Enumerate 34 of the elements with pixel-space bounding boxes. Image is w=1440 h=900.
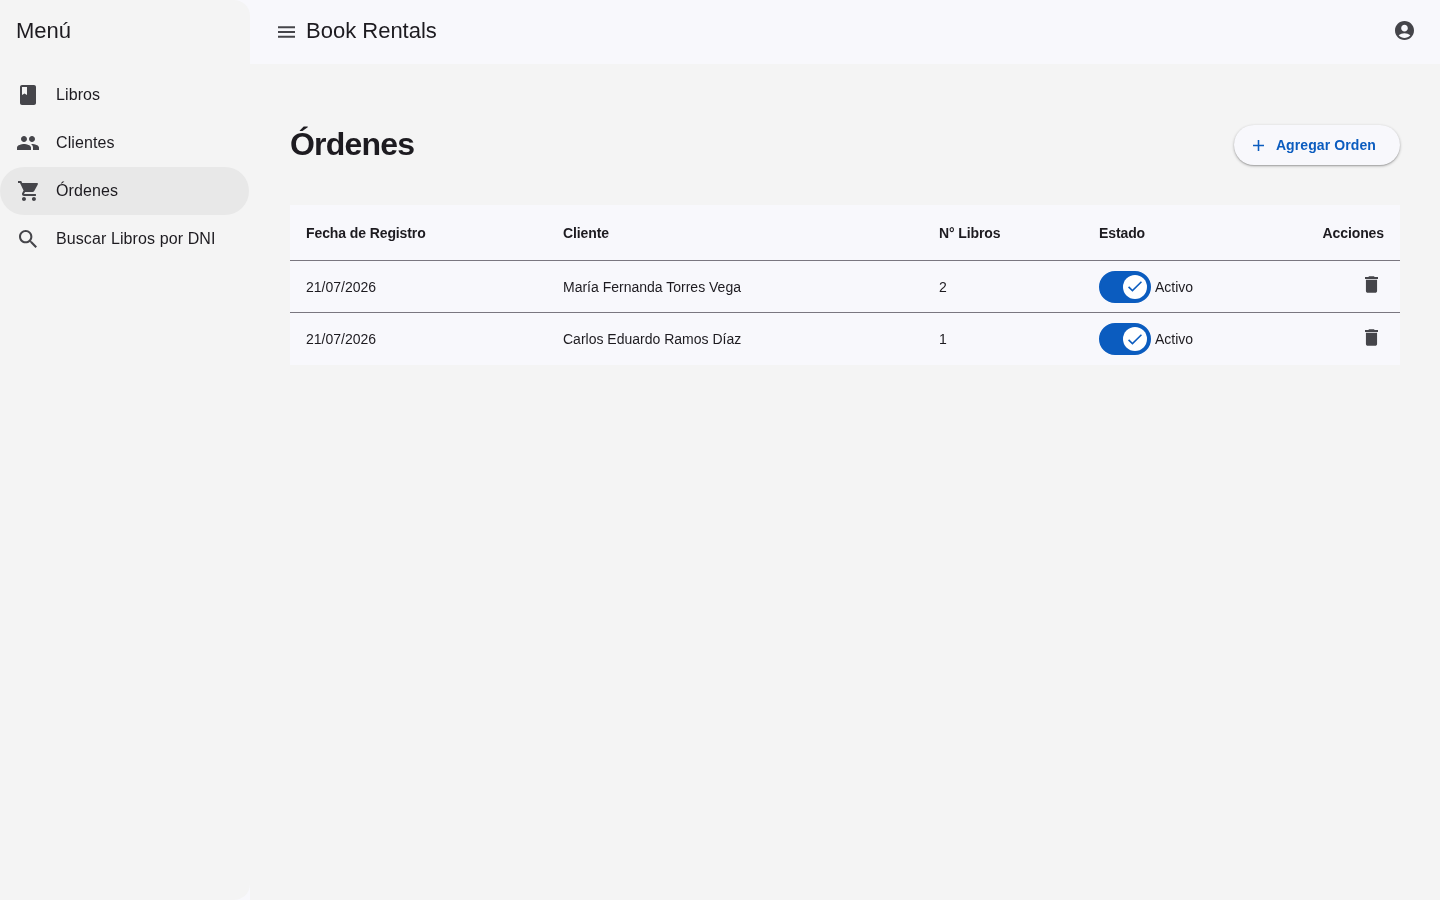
table-cell-text: Carlos Eduardo Ramos Díaz xyxy=(562,330,743,349)
nav-item[interactable]: Clientes xyxy=(0,119,249,167)
app-title: Book Rentals xyxy=(306,17,437,45)
status-label: Activo xyxy=(1155,331,1194,347)
nav-item[interactable]: Buscar Libros por DNI xyxy=(0,215,249,263)
plus-icon xyxy=(1252,139,1264,151)
column-header: Fecha de Registro xyxy=(305,223,427,243)
column-header: N° Libros xyxy=(938,223,1002,243)
column-header: Estado xyxy=(1098,223,1147,243)
table-cell-text: 1 xyxy=(938,330,948,349)
column-header: Cliente xyxy=(562,223,610,243)
toggle-switch[interactable] xyxy=(1099,270,1151,303)
toggle-switch[interactable] xyxy=(1099,323,1151,355)
search-icon xyxy=(19,230,37,248)
people-icon xyxy=(17,136,39,150)
trash-icon xyxy=(1364,276,1378,293)
trash-icon xyxy=(1364,328,1378,346)
menu-icon xyxy=(277,26,295,38)
check-icon xyxy=(1128,333,1142,345)
nav-item[interactable]: Órdenes xyxy=(0,167,249,215)
table-cell-text: 21/07/2026 xyxy=(305,330,378,349)
table-cell-text: 21/07/2026 xyxy=(305,277,378,297)
table-cell-text: 2 xyxy=(938,277,948,297)
page-title: Órdenes xyxy=(290,124,415,164)
nav-item[interactable]: Libros xyxy=(0,71,249,119)
account-icon xyxy=(1394,20,1414,40)
status-label: Activo xyxy=(1155,278,1194,295)
cart-icon xyxy=(17,181,39,201)
book-icon xyxy=(20,85,36,105)
add-order-button[interactable]: Agregar Orden xyxy=(1233,125,1400,165)
check-icon xyxy=(1128,281,1142,292)
column-header: Acciones xyxy=(1321,223,1385,243)
table-cell-text: María Fernanda Torres Vega xyxy=(562,277,742,297)
menu-title: Menú xyxy=(16,17,72,45)
